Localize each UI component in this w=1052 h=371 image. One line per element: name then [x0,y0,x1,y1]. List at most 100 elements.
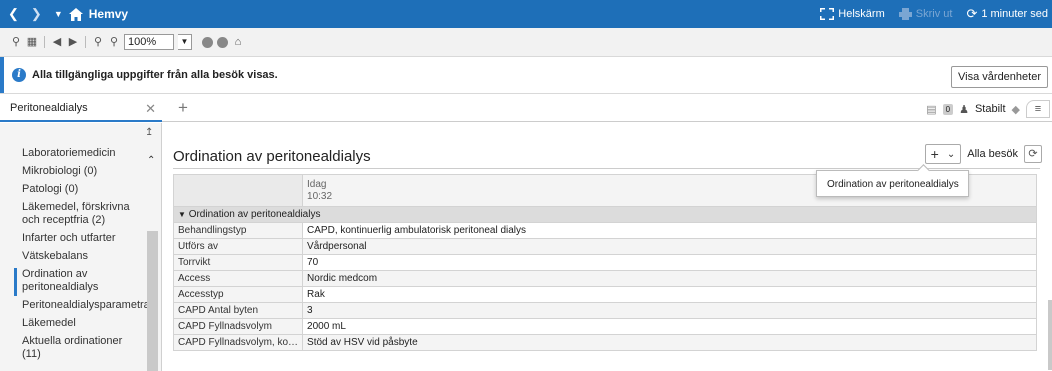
printer-icon [898,8,912,20]
forward-icon[interactable]: ❯ [31,6,42,22]
back-icon[interactable]: ❮ [8,6,19,22]
scroll-up-icon[interactable]: ⌃ [147,155,155,166]
fullscreen-button[interactable]: Helskärm [820,8,885,20]
tab-actions: ▤ 0 ♟ Stabilt ◆ ≡ [926,96,1052,122]
row-value: 3 [302,302,1037,319]
nav-group: ❮ ❯ ▼ [0,6,63,22]
row-label: Utförs av [172,238,304,255]
stable-label[interactable]: Stabilt [975,103,1006,115]
sidebar-item-ordination[interactable]: Ordination av peritonealdialys [14,268,144,296]
fullscreen-icon [820,8,835,20]
table-row: Behandlingstyp CAPD, kontinuerlig ambula… [172,222,1037,239]
add-dropdown-button[interactable]: + ⌄ [924,144,962,164]
toolbar-home-icon[interactable]: ⌂ [232,36,244,48]
home-button[interactable]: Hemvy [68,7,128,21]
updated-label: 1 minuter sed [981,8,1048,20]
history-dropdown-icon[interactable]: ▼ [54,9,63,19]
info-icon: i [12,68,26,82]
zoom-input[interactable]: 100% [124,34,174,50]
home-icon [68,7,83,21]
forward-circle-icon[interactable] [217,36,228,48]
row-label: Behandlingstyp [172,222,304,239]
row-value: Vårdpersonal [302,238,1037,255]
info-message: Alla tillgängliga uppgifter från alla be… [32,69,278,81]
inbox-icon[interactable]: ▤ [926,103,936,116]
row-label: Torrvikt [172,254,304,271]
ordination-table: Idag 10:32 ▼ Ordination av peritonealdia… [172,174,1037,351]
add-tooltip[interactable]: Ordination av peritonealdialys [816,170,969,197]
sidebar-item-peritonealdialysparametrar[interactable]: Peritonealdialysparametrar [22,299,153,312]
sidebar-item-vatskebalans[interactable]: Vätskebalans [22,250,144,263]
sidebar-item-laboratoriemedicin[interactable]: Laboratoriemedicin [22,147,144,160]
row-value: Stöd av HSV vid påsbyte [302,334,1037,351]
print-button[interactable]: Skriv ut [898,8,953,20]
fullscreen-label: Helskärm [838,8,885,20]
sidebar-scrollbar[interactable] [147,231,158,371]
row-label: Access [172,270,304,287]
row-label: CAPD Fyllnadsvolym, ko… [172,334,304,351]
sidebar-item-lakemedel[interactable]: Läkemedel [22,317,144,330]
refresh-status[interactable]: ⟳ 1 minuter sed [966,6,1048,22]
chevron-down-icon: ⌄ [946,148,956,160]
menu-icon[interactable]: ≡ [1026,100,1050,118]
tag-icon[interactable]: ◆ [1012,103,1020,116]
plus-icon: + [930,146,939,162]
table-row: CAPD Fyllnadsvolym 2000 mL [172,318,1037,335]
heading-divider [173,168,1040,169]
header-blank-cell [172,174,304,207]
section-controls: + ⌄ Alla besök ⟳ [924,144,1042,164]
table-row: Torrvikt 70 [172,254,1037,271]
tab-peritonealdialys[interactable]: Peritonealdialys ✕ [0,96,162,122]
row-label: Accesstyp [172,286,304,303]
toolbar-divider [85,36,86,48]
pin-icon[interactable]: ↥ [145,127,153,138]
next-page-icon[interactable]: ▶ [67,36,79,48]
info-accent [0,57,4,93]
all-visits-label[interactable]: Alla besök [967,148,1018,160]
sidebar-item-lakemedel-forskrivna[interactable]: Läkemedel, förskrivna och receptfria (2) [22,201,144,227]
group-cell: ▼ Ordination av peritonealdialys [173,206,1037,223]
group-label: Ordination av peritonealdialys [188,209,321,220]
show-care-units-button[interactable]: Visa vårdenheter [951,66,1048,88]
row-value: Rak [302,286,1037,303]
titlebar-actions: Helskärm Skriv ut ⟳ 1 minuter sed [820,0,1052,28]
zoom-out-icon[interactable]: ⚲ [108,36,120,48]
previous-page-icon[interactable]: ◀ [51,36,63,48]
sidebar-item-mikrobiologi[interactable]: Mikrobiologi (0) [22,165,144,178]
sidebar-item-patologi[interactable]: Patologi (0) [22,183,144,196]
group-row[interactable]: ▼ Ordination av peritonealdialys [173,206,1037,223]
row-value: 70 [302,254,1037,271]
zoom-in-icon[interactable]: ⚲ [92,36,104,48]
sidebar: ↥ ⌃ Laboratoriemedicin Mikrobiologi (0) … [0,123,162,371]
tab-label: Peritonealdialys [10,102,88,114]
page-icon[interactable]: ▦ [26,36,38,48]
row-value: Nordic medcom [302,270,1037,287]
info-banner: i Alla tillgängliga uppgifter från alla … [0,56,1052,94]
tab-strip: Peritonealdialys ✕ + ▤ 0 ♟ Stabilt ◆ ≡ [0,96,1052,122]
back-circle-icon[interactable] [202,36,213,48]
row-label: CAPD Antal byten [172,302,304,319]
row-value: CAPD, kontinuerlig ambulatorisk peritone… [302,222,1037,239]
title-bar: ❮ ❯ ▼ Hemvy Helskärm Skriv ut ⟳ 1 minute… [0,0,1052,28]
sidebar-item-infarter[interactable]: Infarter och utfarter [22,232,144,245]
toolbar-divider [44,36,45,48]
print-label: Skriv ut [915,8,953,20]
zoom-dropdown-icon[interactable]: ▼ [178,34,192,50]
table-row: Utförs av Vårdpersonal [172,238,1037,255]
main-panel: Ordination av peritonealdialys + ⌄ Alla … [163,123,1052,371]
add-tab-icon[interactable]: + [178,99,188,117]
count-badge: 0 [942,103,954,115]
table-row: Access Nordic medcom [172,270,1037,287]
page-title: Ordination av peritonealdialys [173,148,371,165]
toolbar: ⚲ ▦ ◀ ▶ ⚲ ⚲ 100% ▼ ⌂ [0,28,1052,56]
find-icon[interactable]: ⚲ [10,36,22,48]
collapse-icon[interactable]: ▼ [178,210,186,219]
table-row: CAPD Antal byten 3 [172,302,1037,319]
row-value: 2000 mL [302,318,1037,335]
close-icon[interactable]: ✕ [145,101,156,117]
table-row: Accesstyp Rak [172,286,1037,303]
sidebar-item-aktuella-ordinationer[interactable]: Aktuella ordinationer (11) [22,335,144,361]
refresh-icon[interactable]: ⟳ [1024,145,1042,163]
main-scrollbar[interactable] [1048,300,1052,370]
person-icon: ♟ [959,103,969,116]
